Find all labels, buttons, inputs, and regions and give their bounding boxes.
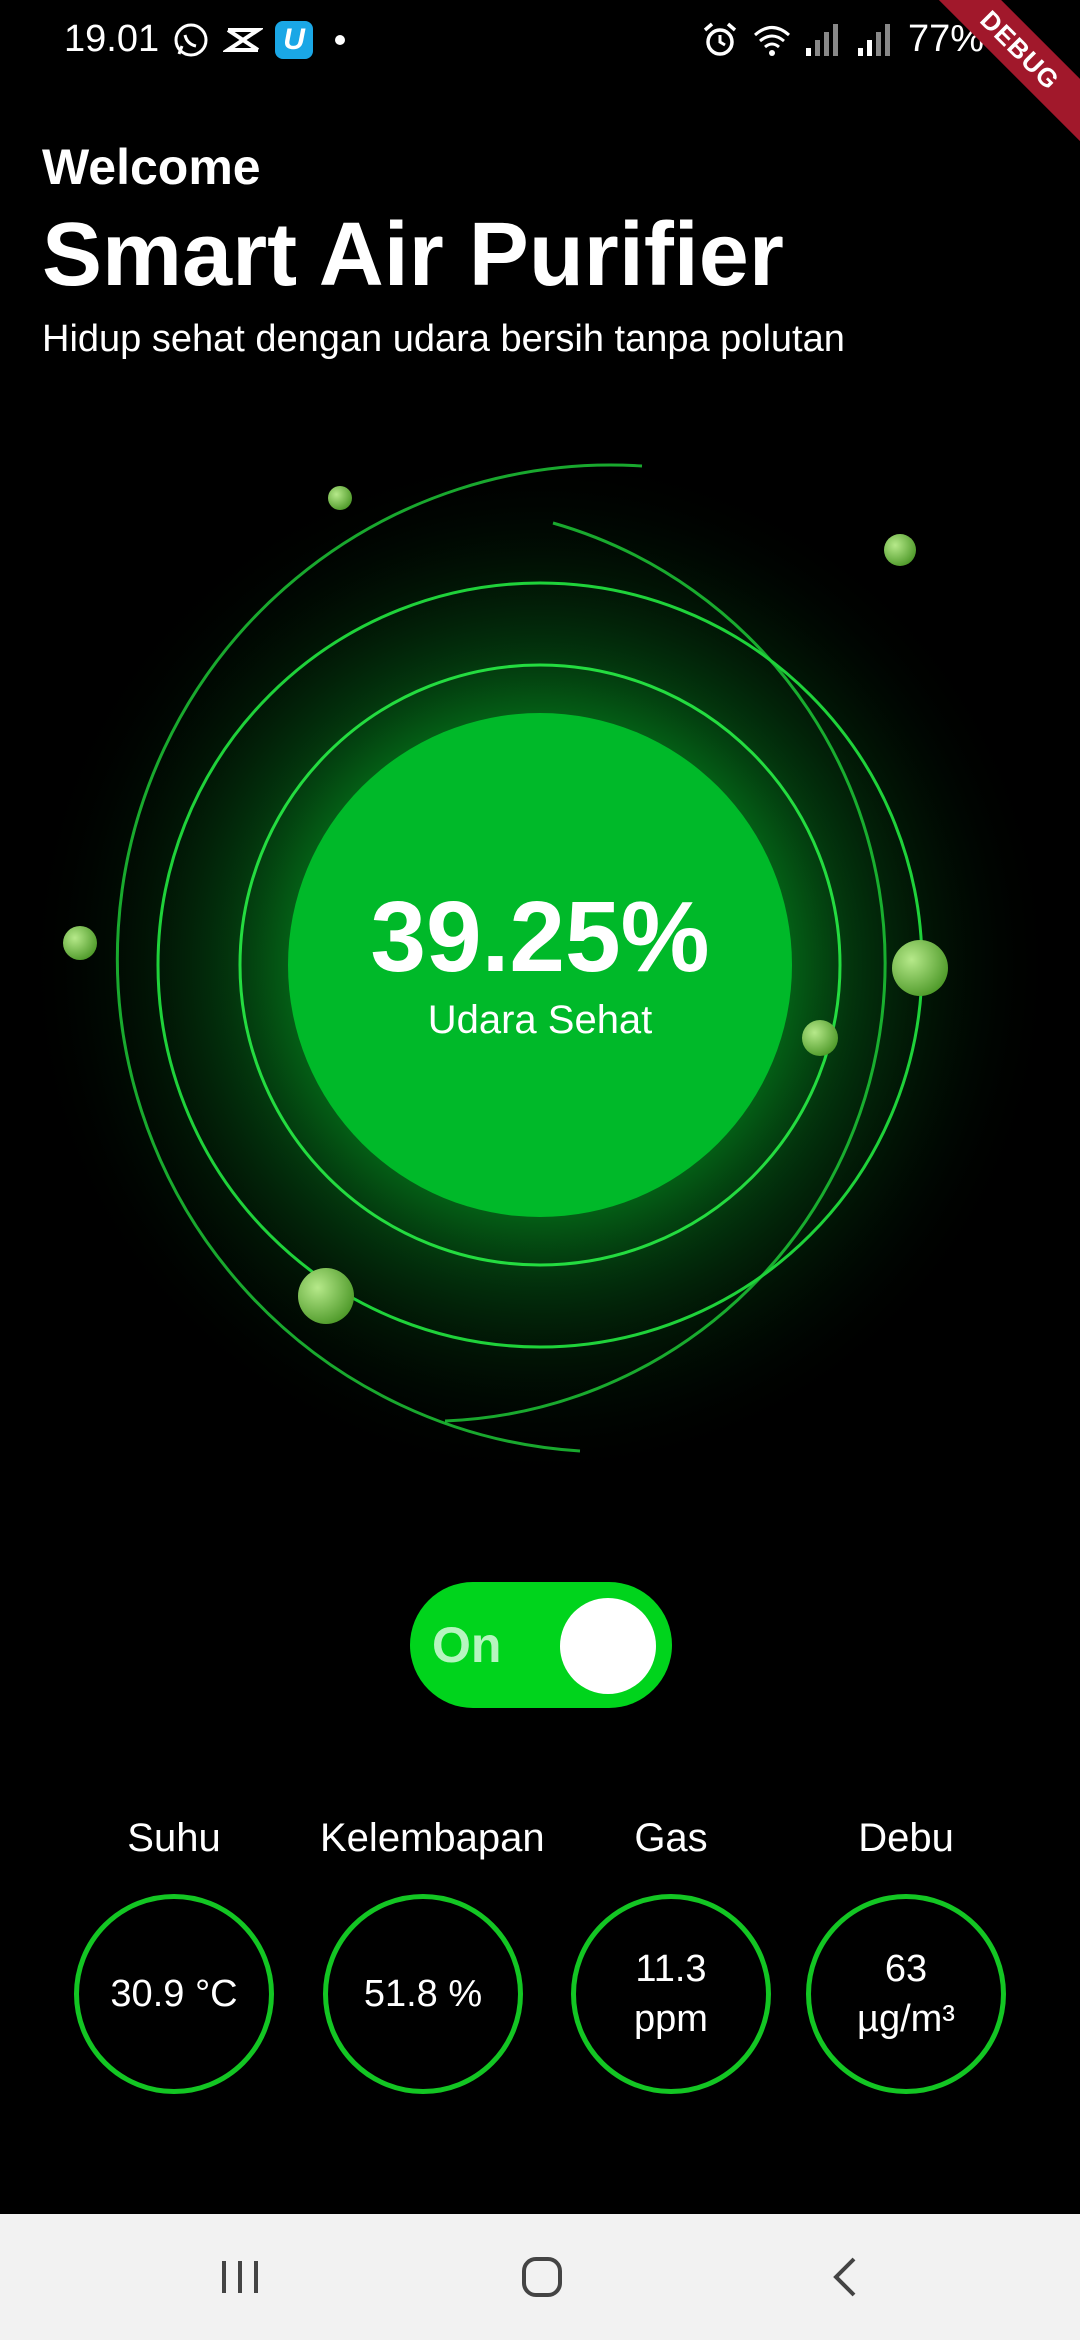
particle [884, 534, 916, 566]
wifi-icon [752, 20, 792, 60]
sensor-suhu: Suhu 30.9 °C [71, 1808, 277, 2094]
power-toggle-knob[interactable] [560, 1598, 656, 1694]
home-button[interactable] [462, 2214, 622, 2340]
status-bar: 19.01 U 77% DEBUG [0, 0, 1080, 151]
sensor-value-ring: 30.9 °C [74, 1894, 274, 2094]
app-u-icon: U [275, 20, 314, 59]
sensor-value: 63 µg/m³ [857, 1948, 955, 2040]
sensor-label: Kelembapan [320, 1816, 545, 1860]
page-title: Smart Air Purifier [42, 205, 784, 305]
back-icon [833, 2257, 856, 2297]
navigation-bar [0, 2214, 1080, 2340]
sensor-value-ring: 63 µg/m³ [806, 1894, 1006, 2094]
sensor-value-ring: 51.8 % [323, 1894, 523, 2094]
sensor-label: Debu [858, 1816, 954, 1860]
sensor-value-ring: 11.3 ppm [571, 1894, 771, 2094]
sensor-label: Suhu [127, 1816, 221, 1860]
sensor-value: 11.3 ppm [634, 1948, 708, 2040]
sensor-gas: Gas 11.3 ppm [568, 1808, 774, 2094]
status-left: 19.01 U [64, 18, 346, 61]
sensor-value: 30.9 °C [110, 1973, 238, 2015]
signal-icon [856, 20, 896, 60]
status-time: 19.01 [64, 18, 160, 60]
back-button[interactable] [766, 2214, 926, 2340]
air-quality-status: Udara Sehat [427, 998, 653, 1042]
air-quality-visual: 39.25% Udara Sehat [0, 420, 1080, 1520]
capcut-icon [221, 20, 265, 60]
welcome-text: Welcome [42, 139, 261, 195]
particle [328, 486, 352, 510]
power-toggle[interactable]: On [410, 1582, 672, 1708]
recent-apps-button[interactable] [160, 2214, 320, 2340]
recent-apps-icon [222, 2261, 258, 2293]
home-icon [522, 2257, 562, 2297]
sensor-value: 51.8 % [363, 1973, 483, 2015]
whatsapp-icon [171, 20, 211, 60]
sensor-debu: Debu 63 µg/m³ [803, 1808, 1009, 2094]
sensor-label: Gas [634, 1816, 708, 1860]
signal-icon [804, 20, 844, 60]
notification-dot-icon [335, 34, 346, 45]
air-quality-percentage: 39.25% [370, 881, 710, 993]
sensor-kelembapan: Kelembapan 51.8 % [320, 1808, 545, 2094]
alarm-icon [700, 20, 740, 60]
power-toggle-label: On [432, 1617, 502, 1673]
page-subtitle: Hidup sehat dengan udara bersih tanpa po… [42, 318, 845, 360]
particle [298, 1268, 354, 1324]
app-screen: 19.01 U 77% DEBUG Welcome Smart Air Puri… [0, 0, 1080, 2340]
